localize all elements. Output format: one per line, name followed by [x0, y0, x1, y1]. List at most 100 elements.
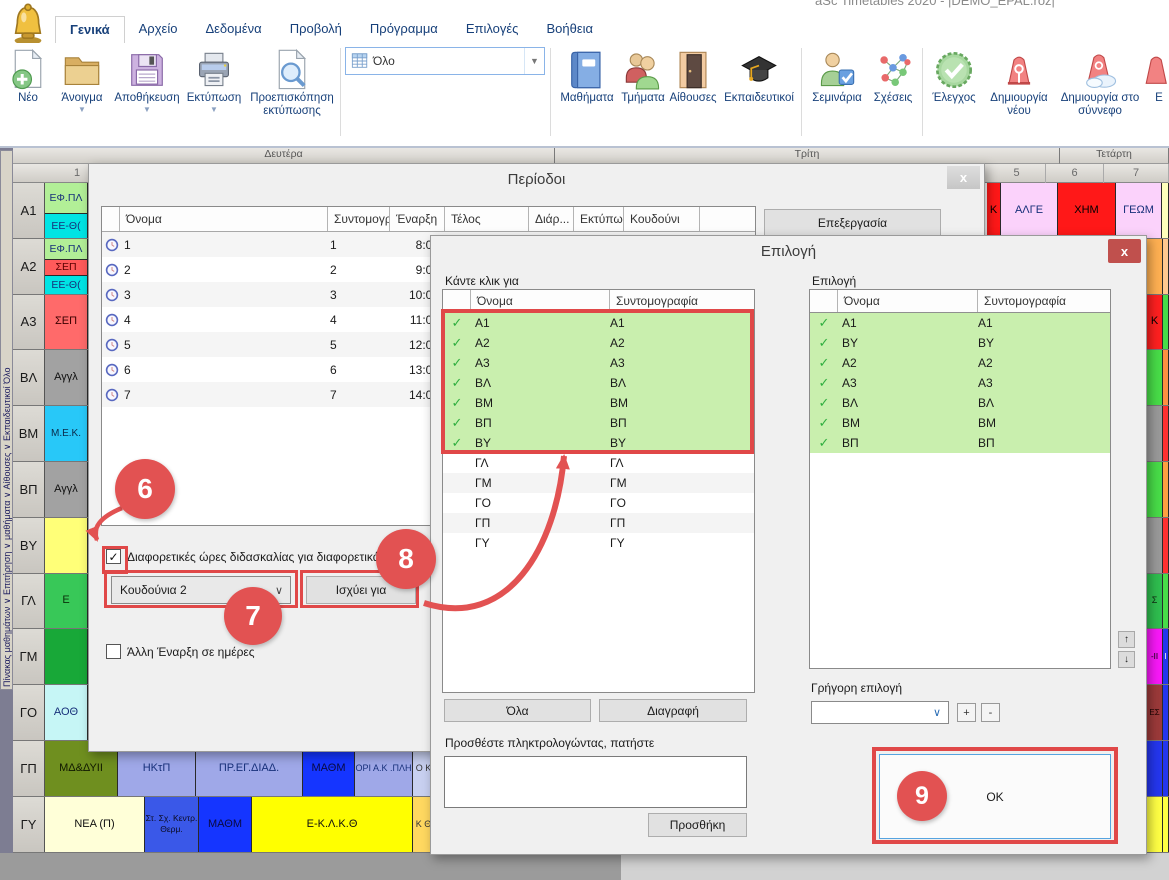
timetable-cell[interactable]: ΧΗΜ	[1058, 183, 1116, 238]
menu-tab[interactable]: Γενικά	[55, 16, 125, 43]
available-class-row[interactable]: A1 A1	[443, 313, 754, 333]
row-header[interactable]: A1	[13, 183, 45, 238]
timetable-cell[interactable]: ΕΕ-Θ(	[45, 276, 87, 294]
selected-class-row[interactable]: ΒΠ ΒΠ	[810, 433, 1110, 453]
periods-column-header[interactable]: Κουδούνι	[624, 207, 700, 231]
timetable-cell[interactable]: ΕΦ.ΠΛ	[45, 239, 87, 260]
toolbar-button-new-document-icon[interactable]: Νέο	[6, 46, 50, 138]
toolbar-button-open-folder-icon[interactable]: Άνοιγμα▼	[52, 46, 112, 138]
day-header[interactable]: Δευτέρα	[13, 148, 555, 164]
selected-class-row[interactable]: ΒΜ ΒΜ	[810, 413, 1110, 433]
timetable-cell[interactable]	[1163, 295, 1169, 350]
delete-button[interactable]: Διαγραφή	[599, 699, 747, 722]
asc-bell-logo-icon[interactable]	[8, 2, 48, 46]
day-header[interactable]: Τρίτη	[555, 148, 1060, 164]
timetable-cell[interactable]: Κ	[987, 183, 1001, 238]
view-selector-dropdown[interactable]: Όλο ▼	[345, 47, 545, 75]
checkbox-unchecked-icon[interactable]	[106, 644, 121, 659]
available-class-row[interactable]: ΒΛ ΒΛ	[443, 373, 754, 393]
timetable-cell[interactable]: -ΙΙ	[1147, 629, 1163, 684]
day-header[interactable]: Τετάρτη	[1060, 148, 1169, 164]
periods-column-header[interactable]: Όνομα	[120, 207, 328, 231]
toolbar-button-siren-icon[interactable]: Δημιουργία νέου	[982, 46, 1056, 138]
timetable-cell[interactable]	[1147, 518, 1163, 573]
sidebar-vertical-tabs[interactable]: Πίνακας μαθημάτων ∨ Επιτήρηση ∨ μαθήματα…	[0, 148, 13, 880]
name-column-header[interactable]: Όνομα	[838, 290, 978, 312]
toolbar-button-print-icon[interactable]: Εκτύπωση▼	[183, 46, 245, 138]
row-header[interactable]: ΓΛ	[13, 574, 45, 629]
menu-tab[interactable]: Αρχείο	[125, 16, 192, 43]
checkbox-checked-icon[interactable]: ✓	[106, 549, 121, 564]
timetable-cell[interactable]: ΑΛΓΕ	[1001, 183, 1058, 238]
row-header[interactable]: ΓΜ	[13, 629, 45, 684]
timetable-cell[interactable]	[1147, 350, 1163, 405]
row-header[interactable]: ΓΥ	[13, 797, 45, 852]
chevron-down-icon[interactable]: ▼	[52, 105, 112, 114]
available-class-row[interactable]: ΓΛ ΓΛ	[443, 453, 754, 473]
toolbar-button-check-badge-icon[interactable]: Έλεγχος	[926, 46, 982, 138]
timetable-cell[interactable]	[1162, 183, 1169, 238]
timetable-cell[interactable]: Αγγλ	[45, 462, 88, 517]
timetable-cell[interactable]: ΕΦ.ΠΛ	[45, 183, 87, 214]
periods-column-header[interactable]: Εκτύπωση	[574, 207, 624, 231]
menu-tab[interactable]: Προβολή	[276, 16, 356, 43]
add-button[interactable]: Προσθήκη	[648, 813, 747, 837]
available-class-row[interactable]: A2 A2	[443, 333, 754, 353]
timetable-cell[interactable]: ΓΕΩΜ	[1116, 183, 1162, 238]
timetable-cell[interactable]	[1163, 574, 1169, 629]
row-header[interactable]: ΒΜ	[13, 406, 45, 461]
timetable-cell[interactable]	[1163, 239, 1169, 294]
timetable-cell[interactable]	[1147, 239, 1163, 294]
chevron-down-icon[interactable]: ▼	[113, 105, 181, 114]
add-class-input[interactable]	[444, 756, 747, 808]
period-header[interactable]: 6	[1046, 164, 1104, 183]
periods-column-header[interactable]: Συντομογρ...	[328, 207, 390, 231]
all-button[interactable]: Όλα	[444, 699, 591, 722]
timetable-cell[interactable]	[45, 518, 88, 573]
move-up-button[interactable]: ↑	[1118, 631, 1135, 648]
selected-class-row[interactable]: A3 A3	[810, 373, 1110, 393]
period-header[interactable]: 5	[988, 164, 1046, 183]
timetable-cell[interactable]: Στ. Σχ. Κεντρ. Θερμ.	[145, 797, 199, 852]
timetable-cell[interactable]: Ε	[45, 574, 88, 629]
available-class-row[interactable]: A3 A3	[443, 353, 754, 373]
timetable-cell[interactable]	[1163, 518, 1169, 573]
timetable-cell[interactable]: ΕΣ	[1147, 685, 1163, 740]
selected-class-row[interactable]: ΒΛ ΒΛ	[810, 393, 1110, 413]
move-down-button[interactable]: ↓	[1118, 651, 1135, 668]
selected-class-row[interactable]: ΒΥ ΒΥ	[810, 333, 1110, 353]
timetable-cell[interactable]: Μ.Ε.Κ.	[45, 406, 88, 461]
row-header[interactable]: ΓΟ	[13, 685, 45, 740]
row-header[interactable]: ΒΛ	[13, 350, 45, 405]
sidebar-tabs-label[interactable]: Πίνακας μαθημάτων ∨ Επιτήρηση ∨ μαθήματα…	[0, 150, 13, 690]
toolbar-button-relations-icon[interactable]: Σχέσεις	[868, 46, 918, 138]
chevron-down-icon[interactable]: ▼	[183, 105, 245, 114]
toolbar-button-print-preview-icon[interactable]: Προεπισκόπηση εκτύπωσης	[246, 46, 338, 138]
selected-class-row[interactable]: A2 A2	[810, 353, 1110, 373]
edit-button[interactable]: Επεξεργασία	[764, 209, 941, 237]
available-class-row[interactable]: ΓΟ ΓΟ	[443, 493, 754, 513]
available-class-row[interactable]: ΒΥ ΒΥ	[443, 433, 754, 453]
toolbar-button-graduation-cap-icon[interactable]: Εκπαιδευτικοί	[718, 46, 800, 138]
periods-column-header[interactable]: Διάρ...	[529, 207, 574, 231]
menu-tab[interactable]: Βοήθεια	[532, 16, 607, 43]
timetable-cell[interactable]	[1163, 350, 1169, 405]
timetable-cell[interactable]: ΕΕ-Θ(	[45, 214, 87, 238]
timetable-cell[interactable]: Κ	[1147, 295, 1163, 350]
chevron-down-icon[interactable]: ▼	[524, 48, 544, 74]
menu-tab[interactable]: Επιλογές	[452, 16, 533, 43]
menu-tab[interactable]: Πρόγραμμα	[356, 16, 452, 43]
timetable-cell[interactable]	[1147, 741, 1163, 796]
row-header[interactable]: ΓΠ	[13, 741, 45, 796]
timetable-cell[interactable]	[1163, 406, 1169, 461]
toolbar-button-book-icon[interactable]: Μαθήματα	[556, 46, 618, 138]
toolbar-button-partial-icon[interactable]: Ε	[1144, 46, 1169, 138]
row-header[interactable]: ΒΠ	[13, 462, 45, 517]
quick-selection-dropdown[interactable]: ∨	[811, 701, 949, 724]
row-header[interactable]: A3	[13, 295, 45, 350]
toolbar-button-siren-cloud-icon[interactable]: Δημιουργία στο σύννεφο	[1056, 46, 1144, 138]
toolbar-button-seminar-icon[interactable]: Σεμινάρια	[806, 46, 868, 138]
close-icon[interactable]: x	[947, 166, 980, 189]
timetable-cell[interactable]	[1163, 741, 1169, 796]
timetable-cell[interactable]: ΜΑΘΜ	[199, 797, 252, 852]
